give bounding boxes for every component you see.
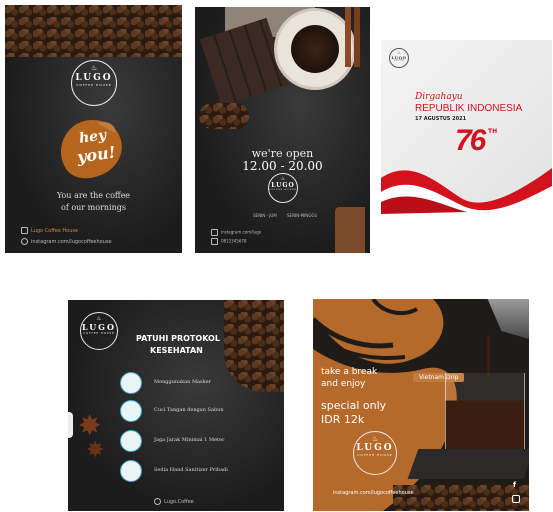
coffee-cup — [277, 11, 353, 87]
card-hey-you[interactable]: ♨ LUGO COFFEE HOUSE hey you! You are the… — [5, 5, 182, 253]
tagline-line-1: You are the coffee — [56, 191, 131, 200]
lugo-logo: ♨ LUGO COFFEE HOUSE — [268, 173, 298, 203]
date-text: 17 AGUSTUS 2021 — [415, 116, 467, 122]
coffee-beans-bottom — [393, 485, 529, 511]
protocol-label-4: Sedia Hand Sanitizer Pribadi — [154, 467, 228, 473]
lugo-logo: ♨ LUGO COFFEE HOUSE — [80, 312, 118, 350]
logo-subtitle: COFFEE HOUSE — [269, 189, 297, 191]
protocol-label-1: Menggunakan Masker — [154, 379, 211, 385]
special-price: IDR 12k — [321, 413, 365, 426]
instagram-icon — [21, 238, 28, 245]
card-vietnam-drip[interactable]: Vietnam Drip take a break and enjoy spec… — [313, 299, 529, 511]
facebook-label: Lugo Coffee House — [31, 228, 79, 234]
instagram-label: instagram.com/lugocoffeehouse — [31, 239, 112, 245]
days-left: SENIN - JUM — [253, 213, 277, 218]
cinnamon-sticks — [345, 7, 367, 67]
headline-line-1: take a break — [321, 367, 378, 377]
star-anise-icon-2: ✸ — [86, 438, 105, 463]
coffee-beans-right — [224, 300, 284, 392]
footer-link: instagram.com/lugocoffeehouse — [333, 490, 414, 496]
contact-row-1: instagram.com/lugo — [211, 229, 261, 236]
card-dirgahayu[interactable]: ♨ LUGO COFFEE HOUSE Dirgahayu REPUBLIK I… — [381, 40, 552, 214]
lugo-logo: ♨ LUGO COFFEE HOUSE — [389, 48, 409, 68]
saucer — [407, 449, 529, 479]
logo-subtitle: COFFEE HOUSE — [76, 83, 112, 87]
dirgahayu-text: Dirgahayu — [415, 92, 463, 102]
logo-subtitle: COFFEE HOUSE — [393, 60, 405, 62]
anniversary-th: TH — [488, 128, 498, 135]
facebook-icon: f — [513, 481, 517, 489]
logo-name: LUGO — [82, 322, 116, 332]
logo-subtitle: COFFEE HOUSE — [357, 453, 393, 457]
facebook-icon — [21, 227, 28, 234]
logo-name: LUGO — [356, 443, 394, 453]
coffee-beans-top — [5, 5, 182, 57]
instagram-icon — [512, 495, 520, 503]
logo-subtitle: COFFEE HOUSE — [83, 332, 115, 335]
red-white-flag-waves — [381, 168, 552, 214]
coffee-stream — [487, 335, 490, 375]
star-anise-icon: ✸ — [78, 409, 102, 442]
opening-hours: 12.00 - 20.00 — [242, 159, 323, 173]
sanitizer-icon — [120, 460, 142, 482]
instagram-row: instagram.com/lugocoffeehouse — [21, 238, 112, 245]
coffee-beans-spoon — [199, 103, 249, 129]
protocol-label-3: Jaga Jarak Minimal 1 Meter — [154, 437, 225, 443]
distance-icon — [120, 430, 142, 452]
mask-icon — [120, 372, 142, 394]
contact-row-2: 0812345678 — [211, 238, 246, 245]
lugo-logo: ♨ LUGO COFFEE HOUSE — [353, 431, 397, 475]
lugo-logo: ♨ LUGO COFFEE HOUSE — [71, 60, 117, 106]
coffee-surface — [291, 25, 339, 73]
instagram-icon — [154, 498, 161, 505]
cup-icon: ♨ — [371, 435, 379, 443]
wood-board — [335, 207, 365, 253]
days-right: SENIN-MINGGU — [287, 213, 318, 218]
special-line-1: special only — [321, 399, 387, 412]
contact-label-1: instagram.com/lugo — [221, 229, 262, 235]
facebook-row: Lugo Coffee House — [21, 227, 78, 234]
logo-name: LUGO — [75, 73, 113, 83]
footer-label: Lugo.Coffee — [164, 499, 194, 505]
cup-icon: ♨ — [90, 64, 98, 72]
contact-label-2: 0812345678 — [221, 238, 247, 244]
tagline-line-2: of our mornings — [61, 203, 126, 212]
protokol-title-1: PATUHI PROTOKOL — [136, 334, 220, 343]
protokol-title-2: KESEHATAN — [150, 346, 203, 355]
phone-icon — [211, 238, 218, 245]
footer-row: Lugo.Coffee — [154, 498, 194, 505]
protocol-label-2: Cuci Tangan dengan Sabun — [154, 407, 224, 413]
card-were-open[interactable]: we're open 12.00 - 20.00 ♨ LUGO COFFEE H… — [195, 7, 370, 253]
handwash-icon — [120, 400, 142, 422]
republik-text: REPUBLIK INDONESIA — [415, 103, 523, 114]
white-tab — [68, 412, 73, 438]
logo-name: LUGO — [271, 182, 295, 189]
card-protokol[interactable]: ♨ LUGO COFFEE HOUSE PATUHI PROTOKOL KESE… — [68, 300, 284, 511]
headline-line-2: and enjoy — [321, 379, 366, 389]
instagram-icon — [211, 229, 218, 236]
